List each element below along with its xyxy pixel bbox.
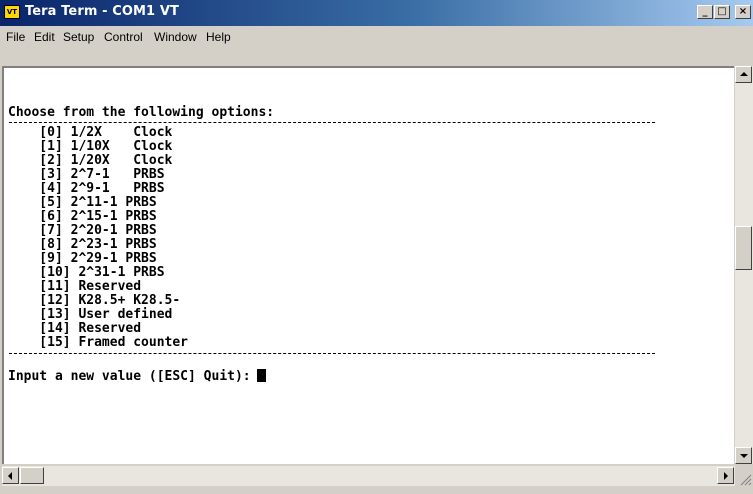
left-arrow-icon (8, 472, 12, 480)
scroll-down-button[interactable] (735, 447, 752, 464)
top-divider (9, 122, 655, 123)
option-line: [10] 2^31-1 PRBS (8, 265, 165, 280)
horizontal-scroll-thumb[interactable] (20, 467, 44, 484)
right-arrow-icon (724, 472, 728, 480)
horizontal-scrollbar[interactable] (2, 466, 735, 486)
vertical-scroll-thumb[interactable] (735, 226, 752, 270)
up-arrow-icon (740, 72, 748, 76)
option-line: [14] Reserved (8, 321, 142, 336)
option-line: [0] 1/2X Clock (8, 125, 173, 140)
option-line: [8] 2^23-1 PRBS (8, 237, 157, 252)
minimize-button[interactable]: _ (697, 5, 713, 19)
option-line: [1] 1/10X Clock (8, 139, 173, 154)
menu-control[interactable]: Control (104, 30, 143, 44)
menu-edit[interactable]: Edit (34, 30, 55, 44)
option-line: [4] 2^9-1 PRBS (8, 181, 165, 196)
menu-window[interactable]: Window (154, 30, 197, 44)
scroll-right-button[interactable] (717, 467, 734, 484)
scroll-left-button[interactable] (2, 467, 19, 484)
resize-grip-icon (740, 474, 752, 486)
menu-header: Choose from the following options: (8, 105, 275, 120)
maximize-button[interactable]: □ (714, 5, 730, 19)
input-prompt-line[interactable]: Input a new value ([ESC] Quit): (8, 369, 266, 384)
menu-bar: File Edit Setup Control Window Help (0, 26, 753, 48)
option-line: [12] K28.5+ K28.5- (8, 293, 181, 308)
option-line: [11] Reserved (8, 279, 142, 294)
terminal-screen[interactable]: Choose from the following options: [0] 1… (2, 66, 734, 464)
option-line: [9] 2^29-1 PRBS (8, 251, 157, 266)
menu-help[interactable]: Help (206, 30, 231, 44)
menu-setup[interactable]: Setup (63, 30, 94, 44)
scroll-up-button[interactable] (735, 66, 752, 83)
title-bar[interactable]: VT Tera Term - COM1 VT _ □ × (0, 0, 753, 26)
resize-grip[interactable] (735, 469, 753, 487)
input-prompt: Input a new value ([ESC] Quit): (8, 369, 251, 384)
vertical-scrollbar[interactable] (735, 66, 753, 464)
window-title: Tera Term - COM1 VT (25, 4, 179, 19)
option-line: [3] 2^7-1 PRBS (8, 167, 165, 182)
menu-file[interactable]: File (6, 30, 25, 44)
option-line: [5] 2^11-1 PRBS (8, 195, 157, 210)
text-cursor (256, 369, 266, 382)
teraterm-app-icon[interactable]: VT (4, 5, 20, 19)
option-line: [2] 1/20X Clock (8, 153, 173, 168)
option-line: [15] Framed counter (8, 335, 189, 350)
bottom-divider (9, 353, 655, 354)
option-line: [6] 2^15-1 PRBS (8, 209, 157, 224)
option-line: [13] User defined (8, 307, 173, 322)
close-button[interactable]: × (735, 5, 751, 19)
option-line: [7] 2^20-1 PRBS (8, 223, 157, 238)
down-arrow-icon (740, 454, 748, 458)
